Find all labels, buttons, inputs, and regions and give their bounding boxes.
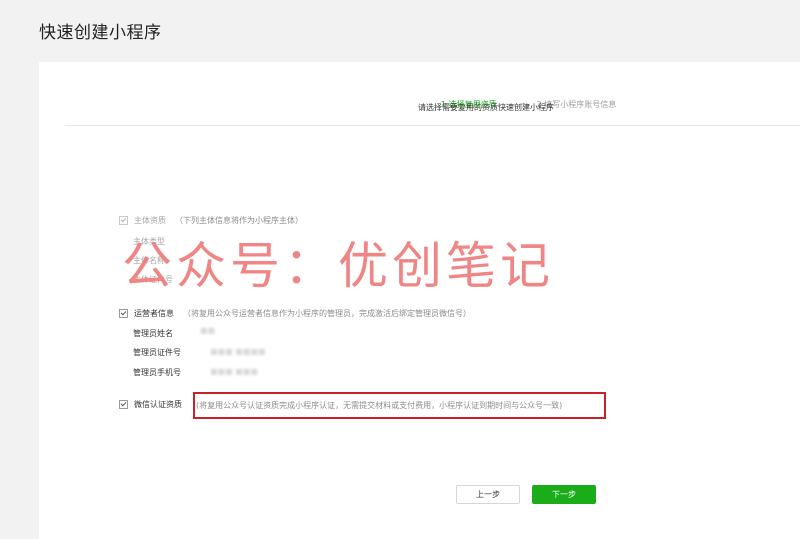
main-panel: 1 选择复用资质 2 填写小程序账号信息 xyxy=(39,62,800,539)
admin-phone-value: ■■■ ■■■ xyxy=(210,367,258,376)
watermark-text: 公众号：优创笔记 xyxy=(122,237,554,295)
intro-text: 请选择需要复用的资质快速创建小程序 xyxy=(418,103,554,112)
operator-checkbox[interactable] xyxy=(119,309,128,318)
next-step-button[interactable]: 下一步 xyxy=(532,485,596,504)
admin-id-value: ■■■ ■■■■ xyxy=(210,347,266,356)
entity-note: （下列主体信息将作为小程序主体） xyxy=(175,216,303,225)
certification-checkbox[interactable] xyxy=(119,400,128,409)
certification-title: 微信认证资质 xyxy=(134,400,182,409)
operator-title: 运营者信息 xyxy=(134,309,174,318)
entity-section-header: 主体资质 （下列主体信息将作为小程序主体） xyxy=(119,215,303,226)
admin-name-value: ■■ xyxy=(200,326,216,335)
prev-step-button[interactable]: 上一步 xyxy=(456,485,520,504)
header-divider xyxy=(65,125,800,126)
admin-name-label: 管理员姓名 xyxy=(133,329,173,338)
operator-section-header: 运营者信息 （将复用公众号运营者信息作为小程序的管理员，完成激活后绑定管理员微信… xyxy=(119,308,471,319)
certification-section-header: 微信认证资质 xyxy=(119,399,182,410)
admin-phone-label: 管理员手机号 xyxy=(133,368,181,377)
entity-checkbox xyxy=(119,216,128,225)
page-title: 快速创建小程序 xyxy=(39,23,162,43)
admin-id-label: 管理员证件号 xyxy=(133,348,181,357)
operator-note: （将复用公众号运营者信息作为小程序的管理员，完成激活后绑定管理员微信号） xyxy=(183,309,471,318)
entity-title: 主体资质 xyxy=(134,216,166,225)
certification-note: (将复用公众号认证资质完成小程序认证，无需提交材料或支付费用，小程序认证到期时间… xyxy=(196,401,563,410)
